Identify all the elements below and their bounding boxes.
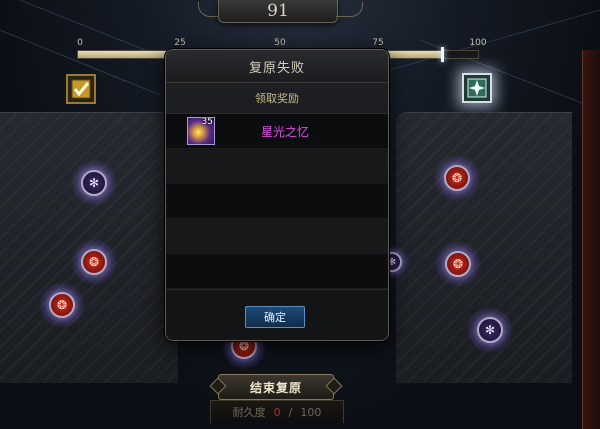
constellation-node[interactable]: ❂ [435,241,481,287]
starlight-memory-icon[interactable]: 35 [187,117,215,145]
constellation-node[interactable]: ❂ [434,155,480,201]
progress-marker [441,47,444,62]
empty-reward-row [166,184,388,219]
constellation-node[interactable]: ❂ [71,239,117,285]
flame-icon: ❂ [49,292,75,318]
dialog-title: 复原失败 [166,50,388,83]
flame-icon: ❂ [444,165,470,191]
rewards-heading: 领取奖励 [166,83,388,114]
flame-icon: ❂ [81,249,107,275]
empty-reward-row [166,149,388,184]
checkmark-chest-icon [71,79,91,99]
durability-current: 0 [273,405,281,419]
confirm-button[interactable]: 确定 [245,306,305,328]
final-reward-chest[interactable] [462,73,492,103]
score-display: 91 [218,0,338,23]
item-name: 星光之忆 [261,124,310,139]
confirm-label: 确定 [264,311,286,324]
durability-label: 耐久度 [232,406,266,419]
snowflake-icon: ✻ [81,170,107,196]
durability-display: 耐久度 0 / 100 [210,400,344,423]
score-value: 91 [267,1,289,21]
end-restore-button[interactable]: 结束复原 [218,374,334,400]
progress-tick: 0 [77,38,83,48]
constellation-node[interactable]: ✻ [71,160,117,206]
empty-reward-row [166,219,388,254]
item-count: 35 [201,117,213,127]
milestone-reward-chest[interactable] [66,74,96,104]
progress-tick: 100 [469,38,487,48]
progress-tick: 50 [274,38,286,48]
glowing-star-chest-icon [467,78,487,98]
durability-separator: / [288,405,293,419]
side-menu-strip[interactable] [582,50,600,429]
end-restore-label: 结束复原 [249,380,302,395]
flame-icon: ❂ [445,251,471,277]
durability-max: 100 [300,405,322,419]
reward-row[interactable]: 35 星光之忆 [166,114,388,149]
restore-failed-dialog: 复原失败 领取奖励 35 星光之忆 [165,49,389,341]
empty-reward-row [166,254,388,289]
snowflake-icon: ✻ [477,317,503,343]
constellation-node[interactable]: ✻ [467,307,513,353]
constellation-node[interactable]: ❂ [39,282,85,328]
progress-tick: 25 [174,38,186,48]
progress-tick: 75 [372,38,384,48]
